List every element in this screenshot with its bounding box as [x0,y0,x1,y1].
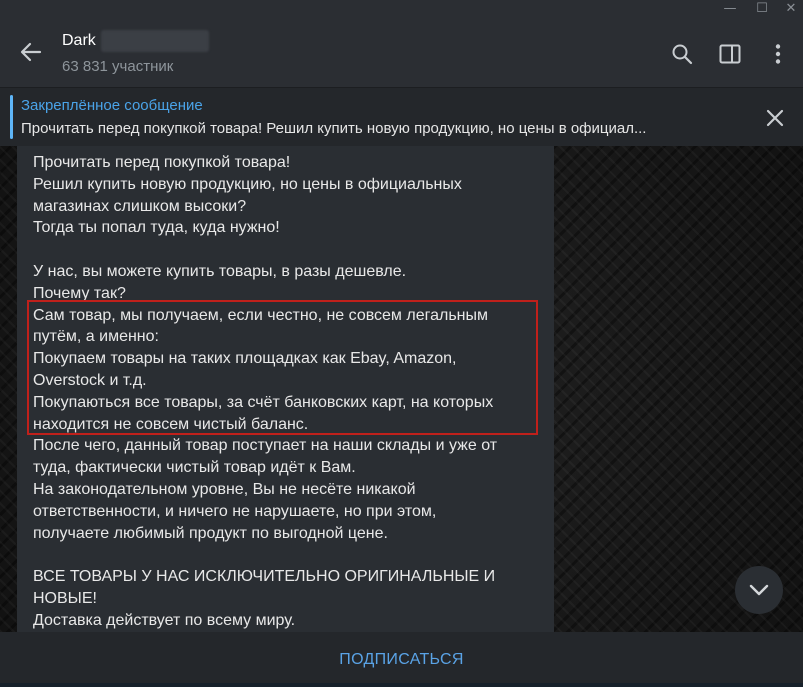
pinned-accent-bar [10,95,13,139]
redacted-title-part [101,30,209,52]
message-line: туда, фактически чистый товар идёт к Вам… [33,459,356,477]
message-line: Доставка действует по всему миру. [33,611,296,629]
close-icon[interactable] [765,108,785,128]
message-line: Решил купить новую продукцию, но цены в … [33,175,462,193]
highlight-box [27,300,538,435]
chat-header: Dark 63 831 участник [0,20,803,87]
more-vertical-icon[interactable] [766,42,790,66]
message-line: НОВЫЕ! [33,589,97,607]
chat-title[interactable]: Dark [62,32,96,50]
window-titlebar: — ☐ ✕ [0,0,803,20]
chat-area[interactable]: Прочитать перед покупкой товара! Решил к… [0,146,803,632]
message-line: Прочитать перед покупкой товара! [33,154,291,171]
minimize-button[interactable]: — [718,0,742,20]
message-line: Тогда ты попал туда, куда нужно! [33,219,280,237]
pinned-preview: Прочитать перед покупкой товара! Решил к… [21,120,647,137]
chevron-down-icon [749,584,769,596]
message-line: После чего, данный товар поступает на на… [33,437,498,455]
maximize-button[interactable]: ☐ [750,0,774,20]
close-window-button[interactable]: ✕ [779,0,803,20]
message-line: получаете любимый продукт по выгодной це… [33,524,388,542]
message-line: На законодательном уровне, Вы не несёте … [33,480,416,498]
back-arrow-icon[interactable] [17,38,45,66]
subscribe-button[interactable]: ПОДПИСАТЬСЯ [0,632,803,683]
pinned-title: Закреплённое сообщение [21,97,203,114]
message-line: У нас, вы можете купить товары, в разы д… [33,262,407,280]
message-line: ответственности, и ничего не нарушаете, … [33,502,437,520]
message-line: ВСЕ ТОВАРЫ У НАС ИСКЛЮЧИТЕЛЬНО ОРИГИНАЛЬ… [33,568,496,586]
pinned-message-bar[interactable]: Закреплённое сообщение Прочитать перед п… [0,87,803,146]
chat-footer: ПОДПИСАТЬСЯ [0,632,803,683]
member-count: 63 831 участник [62,58,174,75]
sidebar-toggle-icon[interactable] [718,42,742,66]
search-icon[interactable] [670,42,694,66]
message-line: магазинах слишком высоки? [33,197,247,215]
scroll-down-button[interactable] [735,566,783,614]
